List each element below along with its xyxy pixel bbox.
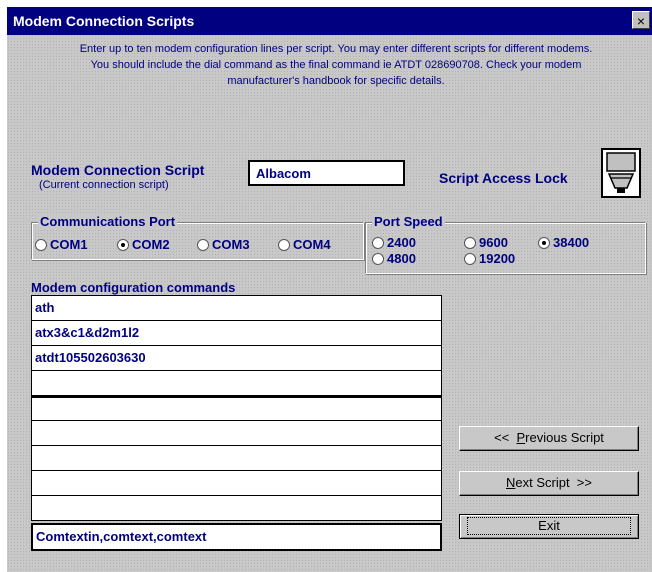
- instructions-line-3: manufacturer's handbook for specific det…: [227, 75, 445, 87]
- instructions-line-1: Enter up to ten modem configuration line…: [79, 43, 593, 55]
- comm-port-group: Communications Port COM1 COM2 COM3 COM4: [31, 215, 364, 260]
- radio-indicator: [464, 252, 476, 265]
- script-name-input[interactable]: [248, 160, 405, 186]
- radio-com1[interactable]: COM1: [35, 237, 88, 252]
- radio-label: 38400: [553, 235, 590, 250]
- button-hotkey: P: [516, 430, 526, 445]
- command-input-1[interactable]: ath: [31, 295, 442, 321]
- radio-9600[interactable]: 9600: [464, 235, 508, 250]
- command-input-6[interactable]: [31, 421, 442, 446]
- button-label: revious Script: [525, 430, 604, 445]
- radio-label: 9600: [479, 235, 508, 250]
- radio-label: 19200: [479, 251, 516, 266]
- button-prefix: <<: [494, 430, 517, 445]
- title-bar: Modem Connection Scripts ×: [7, 7, 652, 35]
- radio-indicator: [464, 236, 476, 249]
- command-input-8[interactable]: [31, 471, 442, 496]
- radio-indicator: [372, 236, 384, 249]
- config-command-list: ath atx3&c1&d2m1l2 atdt105502603630 Comt…: [31, 295, 442, 551]
- script-sublabel: (Current connection script): [39, 179, 169, 191]
- radio-label: COM3: [212, 237, 250, 252]
- radio-indicator: [35, 238, 47, 251]
- command-footer-input[interactable]: Comtextin,comtext,comtext: [31, 523, 442, 551]
- comm-port-title: Communications Port: [38, 214, 178, 229]
- button-label: ext Script >>: [515, 475, 592, 490]
- command-input-5[interactable]: [31, 396, 442, 421]
- close-icon[interactable]: ×: [632, 11, 650, 29]
- radio-label: 4800: [387, 251, 416, 266]
- radio-38400[interactable]: 38400: [538, 235, 589, 250]
- button-label: Exit: [467, 517, 631, 535]
- lock-switch-icon[interactable]: [601, 148, 641, 203]
- port-speed-title: Port Speed: [372, 214, 445, 229]
- radio-indicator: [538, 236, 550, 249]
- radio-19200[interactable]: 19200: [464, 251, 515, 266]
- button-hotkey: N: [506, 475, 516, 490]
- modem-scripts-window: Modem Connection Scripts × Enter up to t…: [7, 7, 652, 572]
- command-input-9[interactable]: [31, 496, 442, 521]
- command-input-2[interactable]: atx3&c1&d2m1l2: [31, 321, 442, 346]
- radio-2400[interactable]: 2400: [372, 235, 416, 250]
- radio-com2[interactable]: COM2: [117, 237, 170, 252]
- radio-4800[interactable]: 4800: [372, 251, 416, 266]
- radio-label: COM1: [50, 237, 88, 252]
- radio-indicator: [278, 238, 290, 251]
- next-script-button[interactable]: Next Script >>: [459, 471, 639, 496]
- config-commands-label: Modem configuration commands: [31, 280, 236, 295]
- command-input-3[interactable]: atdt105502603630: [31, 346, 442, 371]
- radio-indicator: [117, 238, 129, 251]
- script-lock-label: Script Access Lock: [439, 170, 568, 186]
- radio-indicator: [372, 252, 384, 265]
- command-input-7[interactable]: [31, 446, 442, 471]
- radio-com3[interactable]: COM3: [197, 237, 250, 252]
- radio-com4[interactable]: COM4: [278, 237, 331, 252]
- radio-label: COM4: [293, 237, 331, 252]
- instructions-line-2: You should include the dial command as t…: [90, 59, 582, 71]
- port-speed-group: Port Speed 2400 9600 38400 4800 19200: [365, 215, 646, 274]
- exit-button[interactable]: Exit: [459, 514, 639, 539]
- script-label: Modem Connection Script: [31, 162, 205, 178]
- window-title: Modem Connection Scripts: [13, 13, 195, 29]
- command-input-4[interactable]: [31, 371, 442, 396]
- radio-label: 2400: [387, 235, 416, 250]
- instructions-text: Enter up to ten modem configuration line…: [21, 41, 651, 89]
- radio-indicator: [197, 238, 209, 251]
- previous-script-button[interactable]: << Previous Script: [459, 426, 639, 451]
- radio-label: COM2: [132, 237, 170, 252]
